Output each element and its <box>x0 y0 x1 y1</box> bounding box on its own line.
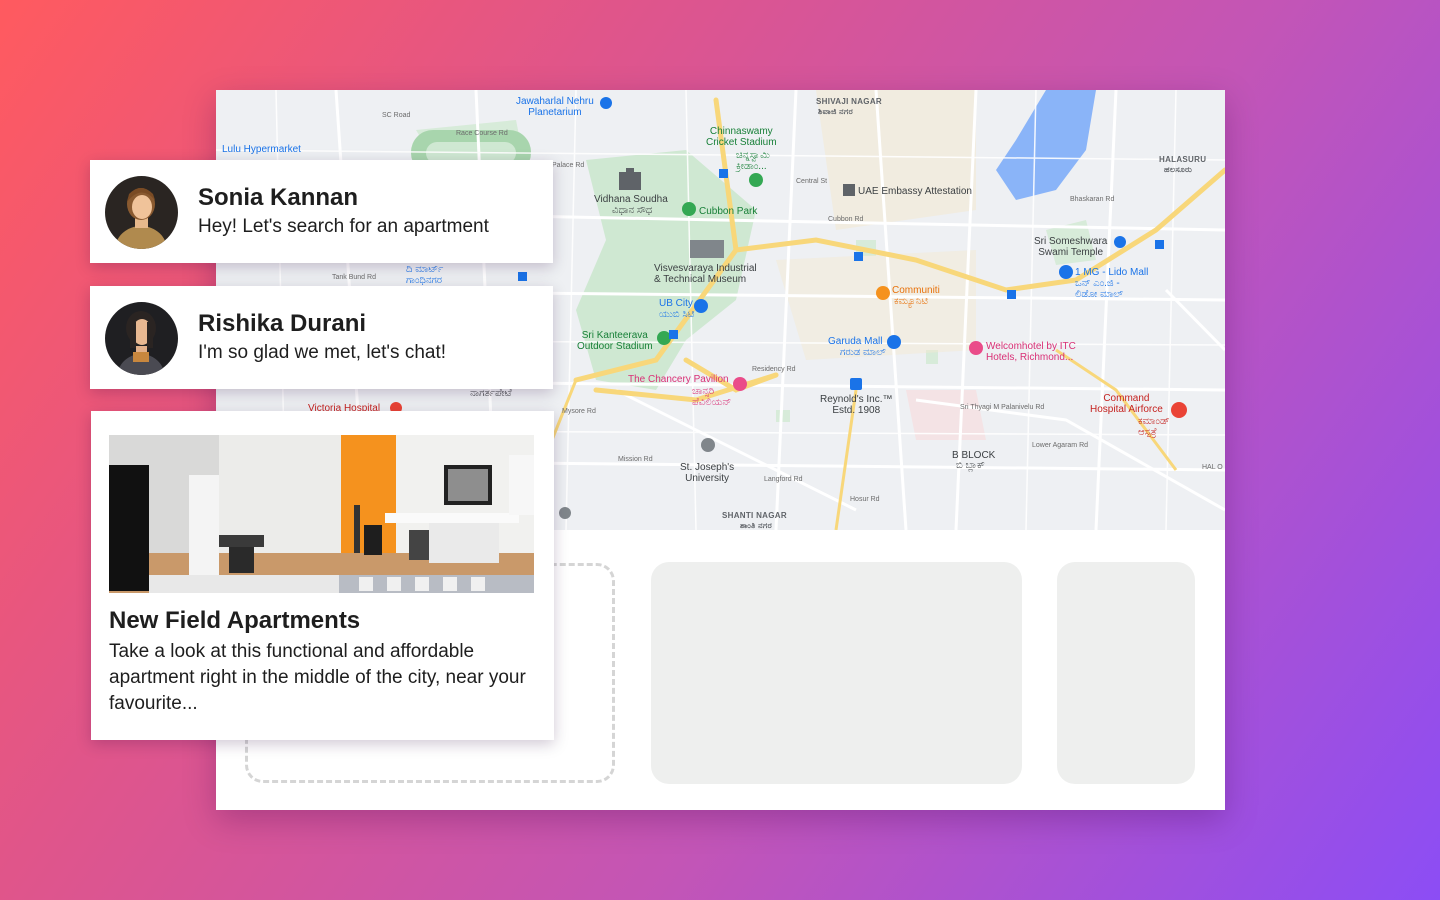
ub-city-pin-icon <box>694 299 708 313</box>
chancery-pin-icon <box>733 377 747 391</box>
cubbon-park-pin-icon <box>682 202 696 216</box>
metro-station-icon <box>518 169 1164 339</box>
apartment-photo <box>109 435 534 593</box>
listing-title: New Field Apartments <box>109 607 361 634</box>
reynolds-pin-icon <box>850 378 862 390</box>
chat-message: Hey! Let's search for an apartment <box>198 216 489 237</box>
avatar <box>105 302 178 375</box>
chat-sender-name: Rishika Durani <box>198 310 367 337</box>
chat-card-sonia[interactable]: Sonia Kannan Hey! Let's search for an ap… <box>90 160 553 263</box>
museum-icon <box>690 240 724 258</box>
lido-mall-pin-icon <box>1059 265 1073 279</box>
chat-message: I'm so glad we met, let's chat! <box>198 342 447 363</box>
listing-description: Take a look at this functional and affor… <box>109 641 526 714</box>
placeholder-card <box>651 562 1022 784</box>
chinnaswamy-pin-icon <box>749 173 763 187</box>
planetarium-pin-icon <box>600 97 612 109</box>
kanteerava-pin-icon <box>657 331 671 345</box>
avatar <box>105 176 178 249</box>
chat-card-rishika[interactable]: Rishika Durani I'm so glad we met, let's… <box>90 286 553 389</box>
temple-pin-icon <box>1114 236 1126 248</box>
placeholder-card-small <box>1057 562 1195 784</box>
listing-card[interactable]: New Field Apartments Take a look at this… <box>91 411 554 740</box>
cafe-pin-icon <box>559 507 571 519</box>
vidhana-soudha-icon <box>619 168 641 190</box>
communiti-pin-icon <box>876 286 890 300</box>
chat-sender-name: Sonia Kannan <box>198 184 359 211</box>
uae-embassy-icon <box>843 184 855 196</box>
st-josephs-pin-icon <box>701 438 715 452</box>
welcomhotel-pin-icon <box>969 341 983 355</box>
hospital-pin-icon <box>1171 402 1187 418</box>
garuda-pin-icon <box>887 335 901 349</box>
